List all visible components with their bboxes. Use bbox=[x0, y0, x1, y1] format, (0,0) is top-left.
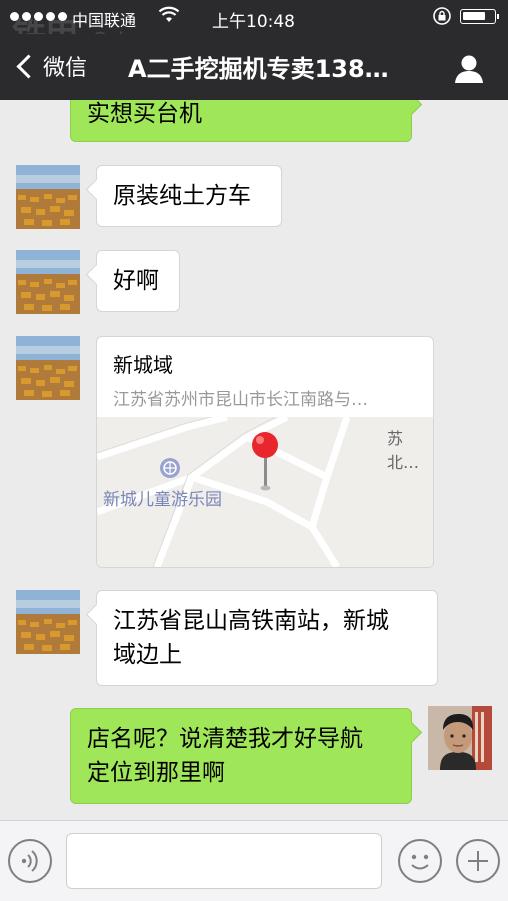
message-text-line2: 域边上 bbox=[113, 642, 182, 668]
message-text-line1: 江苏省昆山高铁南站，新城 bbox=[113, 608, 389, 634]
rotation-lock-icon bbox=[433, 7, 451, 25]
message-bubble-incoming[interactable]: 好啊 bbox=[96, 250, 180, 312]
map-road-label: 苏北… bbox=[387, 429, 420, 472]
message-text: 实想买台机 bbox=[87, 101, 202, 127]
message-text-line1: 店名呢？说清楚我才好导航 bbox=[87, 726, 363, 752]
message-bubble-outgoing[interactable]: 实想买台机 bbox=[70, 100, 412, 142]
chat-area[interactable]: 实想买台机 原装纯土方车 好啊 新城域 江苏省苏州市昆山市长江南路与… 苏北… … bbox=[0, 100, 508, 820]
status-bar: 铁甲 Cehome.com 中国联通 上午10:48 bbox=[0, 0, 508, 56]
my-avatar[interactable] bbox=[428, 706, 492, 770]
contact-avatar[interactable] bbox=[16, 250, 80, 314]
message-text-line2: 定位到那里啊 bbox=[87, 760, 225, 786]
park-poi-icon bbox=[160, 458, 180, 478]
map-pin-icon bbox=[252, 432, 278, 491]
message-text: 原装纯土方车 bbox=[113, 183, 251, 209]
more-button[interactable] bbox=[456, 839, 500, 883]
nav-bar: 微信 A二手挖掘机专卖138… bbox=[0, 34, 508, 100]
signal-icon bbox=[10, 12, 67, 21]
map-poi-label: 新城儿童游乐园 bbox=[103, 490, 222, 510]
message-bubble-incoming[interactable]: 江苏省昆山高铁南站，新城 域边上 bbox=[96, 590, 438, 686]
chat-title: A二手挖掘机专卖138… bbox=[128, 55, 389, 83]
contact-avatar[interactable] bbox=[16, 165, 80, 229]
emoji-button[interactable] bbox=[398, 839, 442, 883]
location-address: 江苏省苏州市昆山市长江南路与… bbox=[113, 390, 368, 410]
battery-icon bbox=[460, 9, 499, 24]
contact-avatar[interactable] bbox=[16, 590, 80, 654]
message-text-input[interactable] bbox=[66, 833, 382, 889]
wifi-icon bbox=[158, 6, 180, 22]
clock: 上午10:48 bbox=[212, 12, 295, 32]
back-button[interactable]: 微信 bbox=[14, 50, 87, 82]
carrier-label: 中国联通 bbox=[72, 11, 137, 30]
message-bubble-outgoing[interactable]: 店名呢？说清楚我才好导航 定位到那里啊 bbox=[70, 708, 412, 804]
contact-profile-icon[interactable] bbox=[452, 52, 486, 86]
location-map-preview: 苏北… 新城儿童游乐园 bbox=[97, 417, 433, 567]
emoji-icon bbox=[411, 854, 429, 870]
voice-button[interactable] bbox=[8, 839, 52, 883]
message-text: 好啊 bbox=[113, 268, 159, 294]
message-input-bar bbox=[0, 820, 508, 901]
voice-icon bbox=[21, 850, 38, 872]
chevron-left-icon bbox=[16, 53, 41, 79]
location-title: 新城域 bbox=[113, 353, 173, 377]
back-label: 微信 bbox=[43, 56, 88, 81]
plus-icon bbox=[468, 851, 488, 871]
message-bubble-incoming[interactable]: 原装纯土方车 bbox=[96, 165, 282, 227]
location-message-card[interactable]: 新城域 江苏省苏州市昆山市长江南路与… 苏北… 新城儿童游乐园 bbox=[96, 336, 434, 568]
contact-avatar[interactable] bbox=[16, 336, 80, 400]
